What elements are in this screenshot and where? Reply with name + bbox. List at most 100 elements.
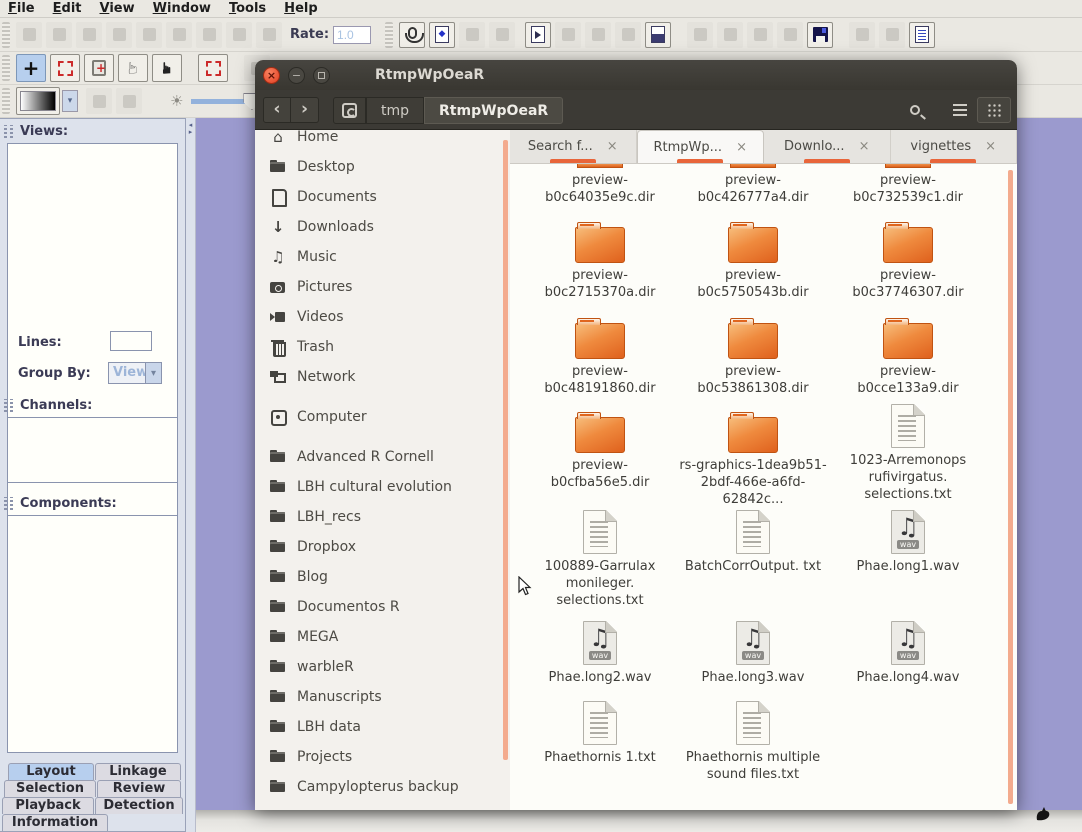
save-button[interactable] xyxy=(807,22,833,48)
file-item[interactable]: preview-b0c37746307.dir xyxy=(833,220,983,301)
toolbar-grip[interactable] xyxy=(385,22,393,48)
file-item[interactable]: ♫wavPhae.long2.wav xyxy=(525,621,675,686)
redo-button[interactable] xyxy=(777,22,803,48)
tab-detection[interactable]: Detection xyxy=(95,797,183,814)
window-maximize-button[interactable] xyxy=(313,67,330,84)
play-to-end-button[interactable] xyxy=(46,22,72,48)
file-item[interactable]: 1023-Arremonops rufivirgatus. selections… xyxy=(833,404,983,503)
play-page-button[interactable] xyxy=(76,22,102,48)
file-item[interactable]: preview-b0c5750543b.dir xyxy=(678,220,828,301)
panel-divider[interactable]: ◂▸ xyxy=(186,118,196,832)
window-titlebar[interactable]: × − RtmpWpOeaR xyxy=(255,60,1017,90)
print-preview-button[interactable] xyxy=(849,22,875,48)
tab-layout[interactable]: Layout xyxy=(8,763,94,780)
sidebar-item-network[interactable]: Network xyxy=(255,362,510,392)
sidebar-item-videos[interactable]: Videos xyxy=(255,302,510,332)
menu-file[interactable]: File xyxy=(8,1,35,17)
sidebar-bookmark[interactable]: Blog xyxy=(255,562,510,592)
tab-information[interactable]: Information xyxy=(2,814,108,831)
file-item[interactable]: preview-b0c48191860.dir xyxy=(525,316,675,397)
channels-list[interactable] xyxy=(7,417,178,483)
files-scrollbar[interactable] xyxy=(1008,170,1013,804)
file-item[interactable]: BatchCorrOutput. txt xyxy=(678,510,828,575)
paste-button[interactable] xyxy=(687,22,713,48)
toolbar-grip[interactable] xyxy=(2,88,10,114)
chevron-down-icon[interactable]: ▾ xyxy=(145,363,161,383)
breadcrumb-tmp[interactable]: tmp xyxy=(366,97,424,124)
tab-close-icon[interactable]: × xyxy=(985,139,996,154)
sidebar-bookmark[interactable]: Documentos R xyxy=(255,592,510,622)
tab-rtmpwpoear[interactable]: RtmpWp... × xyxy=(637,130,765,163)
annotate-tool-button[interactable] xyxy=(84,54,114,82)
tab-vignettes[interactable]: vignettes × xyxy=(891,130,1018,163)
record-mic-button[interactable] xyxy=(399,22,425,48)
close-button[interactable] xyxy=(489,22,515,48)
stop-button[interactable] xyxy=(166,22,192,48)
undo-button[interactable] xyxy=(747,22,773,48)
search-button[interactable] xyxy=(897,97,933,123)
window-close-button[interactable]: × xyxy=(263,67,280,84)
file-item[interactable]: ♫wavPhae.long3.wav xyxy=(678,621,828,686)
sidebar-bookmark[interactable]: Phaethornis1 xyxy=(255,802,510,810)
zoom-selection-button[interactable] xyxy=(198,54,228,82)
location-icon-button[interactable] xyxy=(333,97,366,124)
tab-linkage[interactable]: Linkage xyxy=(95,763,181,780)
sidebar-item-trash[interactable]: Trash xyxy=(255,332,510,362)
file-item[interactable]: ♫wavPhae.long1.wav xyxy=(833,510,983,575)
tab-selection[interactable]: Selection xyxy=(4,780,96,797)
lines-input[interactable] xyxy=(110,331,152,351)
drag-grip-icon[interactable] xyxy=(10,399,13,412)
tab-close-icon[interactable]: × xyxy=(859,139,870,154)
sidebar-item-home[interactable]: ⌂Home xyxy=(255,130,510,152)
file-item[interactable]: rs-graphics-1dea9b51-2bdf-466e-a6fd-6284… xyxy=(678,410,828,508)
menu-help[interactable]: Help xyxy=(284,1,317,17)
speaker-button[interactable] xyxy=(196,22,222,48)
menu-window[interactable]: Window xyxy=(153,1,211,17)
file-item[interactable]: preview-b0c426777a4.dir xyxy=(678,164,828,206)
mute-button[interactable] xyxy=(226,22,252,48)
sidebar-item-documents[interactable]: Documents xyxy=(255,182,510,212)
sidebar-bookmark[interactable]: Projects xyxy=(255,742,510,772)
sidebar-item-music[interactable]: ♫Music xyxy=(255,242,510,272)
open-button[interactable] xyxy=(459,22,485,48)
file-item[interactable]: Phaethornis 1.txt xyxy=(525,701,675,766)
file-item[interactable]: Phaethornis multiple sound files.txt xyxy=(678,701,828,783)
sidebar-bookmark[interactable]: warbleR xyxy=(255,652,510,682)
loop-play-button[interactable] xyxy=(106,22,132,48)
components-list[interactable] xyxy=(7,515,178,753)
duplicate-button[interactable] xyxy=(717,22,743,48)
drag-grip-icon[interactable] xyxy=(4,399,7,412)
window-minimize-button[interactable]: − xyxy=(288,67,305,84)
sidebar-bookmark[interactable]: Advanced R Cornell xyxy=(255,442,510,472)
menu-tools[interactable]: Tools xyxy=(229,1,266,17)
new-sound-window-button[interactable]: ◆ xyxy=(429,22,455,48)
sidebar-item-desktop[interactable]: Desktop xyxy=(255,152,510,182)
drag-grip-icon[interactable] xyxy=(10,497,13,510)
export-image-button[interactable] xyxy=(879,22,905,48)
toolbar-grip[interactable] xyxy=(2,55,10,81)
list-view-button[interactable] xyxy=(943,97,977,123)
back-button[interactable]: ‹ xyxy=(263,97,291,123)
open-selection-table-button[interactable] xyxy=(645,22,671,48)
tab-close-icon[interactable]: × xyxy=(736,140,747,155)
group-by-combobox[interactable]: View ▾ xyxy=(108,362,162,384)
file-item[interactable]: preview-b0c732539c1.dir xyxy=(833,164,983,206)
file-item[interactable]: preview-b0c64035e9c.dir xyxy=(525,164,675,206)
save-selection-button[interactable] xyxy=(555,22,581,48)
tab-review[interactable]: Review xyxy=(97,780,181,797)
sidebar-bookmark[interactable]: Campylopterus backup xyxy=(255,772,510,802)
rate-input[interactable] xyxy=(333,26,371,44)
step-button[interactable] xyxy=(256,22,282,48)
menu-view[interactable]: View xyxy=(100,1,135,17)
file-item[interactable]: preview-b0cfba56e5.dir xyxy=(525,410,675,491)
tab-downloads[interactable]: Downlo... × xyxy=(764,130,891,163)
file-item[interactable]: preview-b0c2715370a.dir xyxy=(525,220,675,301)
file-item[interactable]: preview-b0c53861308.dir xyxy=(678,316,828,397)
sidebar-bookmark[interactable]: LBH data xyxy=(255,712,510,742)
menu-edit[interactable]: Edit xyxy=(53,1,82,17)
toolbar-grip[interactable] xyxy=(2,22,10,48)
sidebar-bookmark[interactable]: LBH_recs xyxy=(255,502,510,532)
reverse-play-button[interactable] xyxy=(136,22,162,48)
forward-button[interactable]: › xyxy=(291,97,319,123)
play-button[interactable] xyxy=(16,22,42,48)
